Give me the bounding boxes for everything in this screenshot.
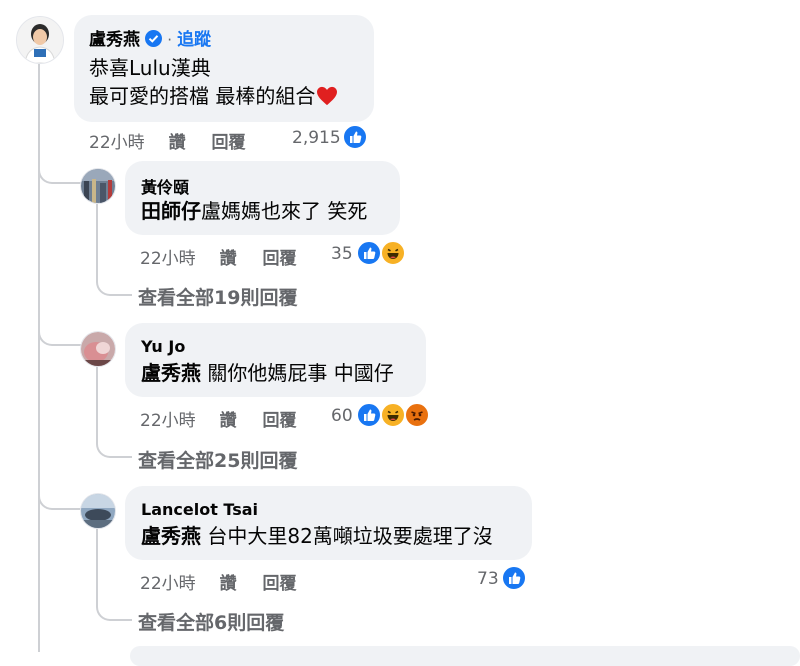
- reply-timestamp[interactable]: 22小時: [140, 411, 196, 431]
- mention-link[interactable]: 盧秀燕: [141, 524, 201, 548]
- reaction-count[interactable]: 60: [331, 406, 353, 426]
- main-comment-text: 最可愛的搭檔 最棒的組合: [89, 84, 316, 108]
- main-comment-text-line2: 最可愛的搭檔 最棒的組合: [89, 82, 338, 111]
- like-button[interactable]: 讚: [220, 249, 237, 269]
- main-comment-bubble: 盧秀燕 · 追蹤 恭喜Lulu漢典 最可愛的搭檔 最棒的組合: [74, 15, 374, 122]
- reply-composer-edge[interactable]: [130, 646, 800, 666]
- like-reaction-icon[interactable]: [356, 402, 382, 428]
- reply-actions: 22小時 讚 回覆: [140, 244, 296, 269]
- view-all-replies-link[interactable]: 查看全部19則回覆: [138, 283, 297, 310]
- reply-timestamp[interactable]: 22小時: [140, 574, 196, 594]
- reply-text: 盧秀燕 台中大里82萬噸垃圾要處理了沒: [141, 524, 493, 548]
- reply-avatar[interactable]: [80, 168, 116, 204]
- main-comment-avatar[interactable]: [16, 16, 64, 64]
- reaction-count[interactable]: 2,915: [292, 128, 341, 148]
- reply-text: 盧秀燕 關你他媽屁事 中國仔: [141, 361, 394, 385]
- reaction-count[interactable]: 73: [477, 569, 499, 589]
- reply-bubble: Lancelot Tsai 盧秀燕 台中大里82萬噸垃圾要處理了沒: [125, 486, 532, 560]
- main-comment-actions: 22小時 讚 回覆: [89, 128, 245, 153]
- reply-timestamp[interactable]: 22小時: [140, 249, 196, 269]
- angry-reaction-icon[interactable]: [404, 402, 430, 428]
- reply-avatar[interactable]: [80, 331, 116, 367]
- header-separator: ·: [167, 31, 172, 49]
- main-comment-text-line1: 恭喜Lulu漢典: [89, 56, 211, 80]
- like-reaction-icon[interactable]: [342, 124, 368, 150]
- reply-bubble: 黃伶頤 田師仔盧媽媽也來了 笑死: [125, 161, 400, 235]
- thread-branch-3: [38, 486, 82, 510]
- reply-button[interactable]: 回覆: [262, 249, 296, 269]
- reply-text: 田師仔盧媽媽也來了 笑死: [141, 199, 368, 223]
- like-button[interactable]: 讚: [220, 574, 237, 594]
- thread-line-main: [38, 64, 40, 652]
- reply-avatar[interactable]: [80, 493, 116, 529]
- mention-link[interactable]: 田師仔: [141, 199, 201, 223]
- main-comment-header: 盧秀燕 · 追蹤: [89, 25, 211, 50]
- photo-avatar-icon: [81, 332, 115, 366]
- mention-link[interactable]: 盧秀燕: [141, 361, 201, 385]
- thread-branch-2: [38, 322, 82, 346]
- like-reaction-icon[interactable]: [501, 565, 527, 591]
- photo-avatar-icon: [81, 494, 115, 528]
- person-avatar-icon: [17, 17, 63, 63]
- reply-bubble: Yu Jo 盧秀燕 關你他媽屁事 中國仔: [125, 323, 426, 397]
- haha-reaction-icon[interactable]: [380, 240, 406, 266]
- comment-author[interactable]: 盧秀燕: [89, 30, 140, 50]
- reaction-count[interactable]: 35: [331, 244, 353, 264]
- verified-badge-icon: [145, 30, 163, 47]
- reply-actions: 22小時 讚 回覆: [140, 569, 296, 594]
- reply-button[interactable]: 回覆: [211, 133, 245, 153]
- thread-branch-1: [38, 160, 82, 184]
- red-heart-icon: [317, 86, 338, 106]
- reply-author[interactable]: Lancelot Tsai: [141, 500, 258, 519]
- reply-author[interactable]: 黃伶頤: [141, 174, 189, 198]
- haha-reaction-icon[interactable]: [380, 402, 406, 428]
- reply-button[interactable]: 回覆: [262, 411, 296, 431]
- follow-link[interactable]: 追蹤: [177, 30, 211, 50]
- photo-avatar-icon: [81, 169, 115, 203]
- like-reaction-icon[interactable]: [356, 240, 382, 266]
- comment-timestamp[interactable]: 22小時: [89, 133, 145, 153]
- reply-button[interactable]: 回覆: [262, 574, 296, 594]
- reply-actions: 22小時 讚 回覆: [140, 406, 296, 431]
- view-all-replies-link[interactable]: 查看全部25則回覆: [138, 446, 297, 473]
- reply-author[interactable]: Yu Jo: [141, 337, 185, 356]
- like-button[interactable]: 讚: [220, 411, 237, 431]
- view-all-replies-link[interactable]: 查看全部6則回覆: [138, 608, 284, 635]
- like-button[interactable]: 讚: [169, 133, 186, 153]
